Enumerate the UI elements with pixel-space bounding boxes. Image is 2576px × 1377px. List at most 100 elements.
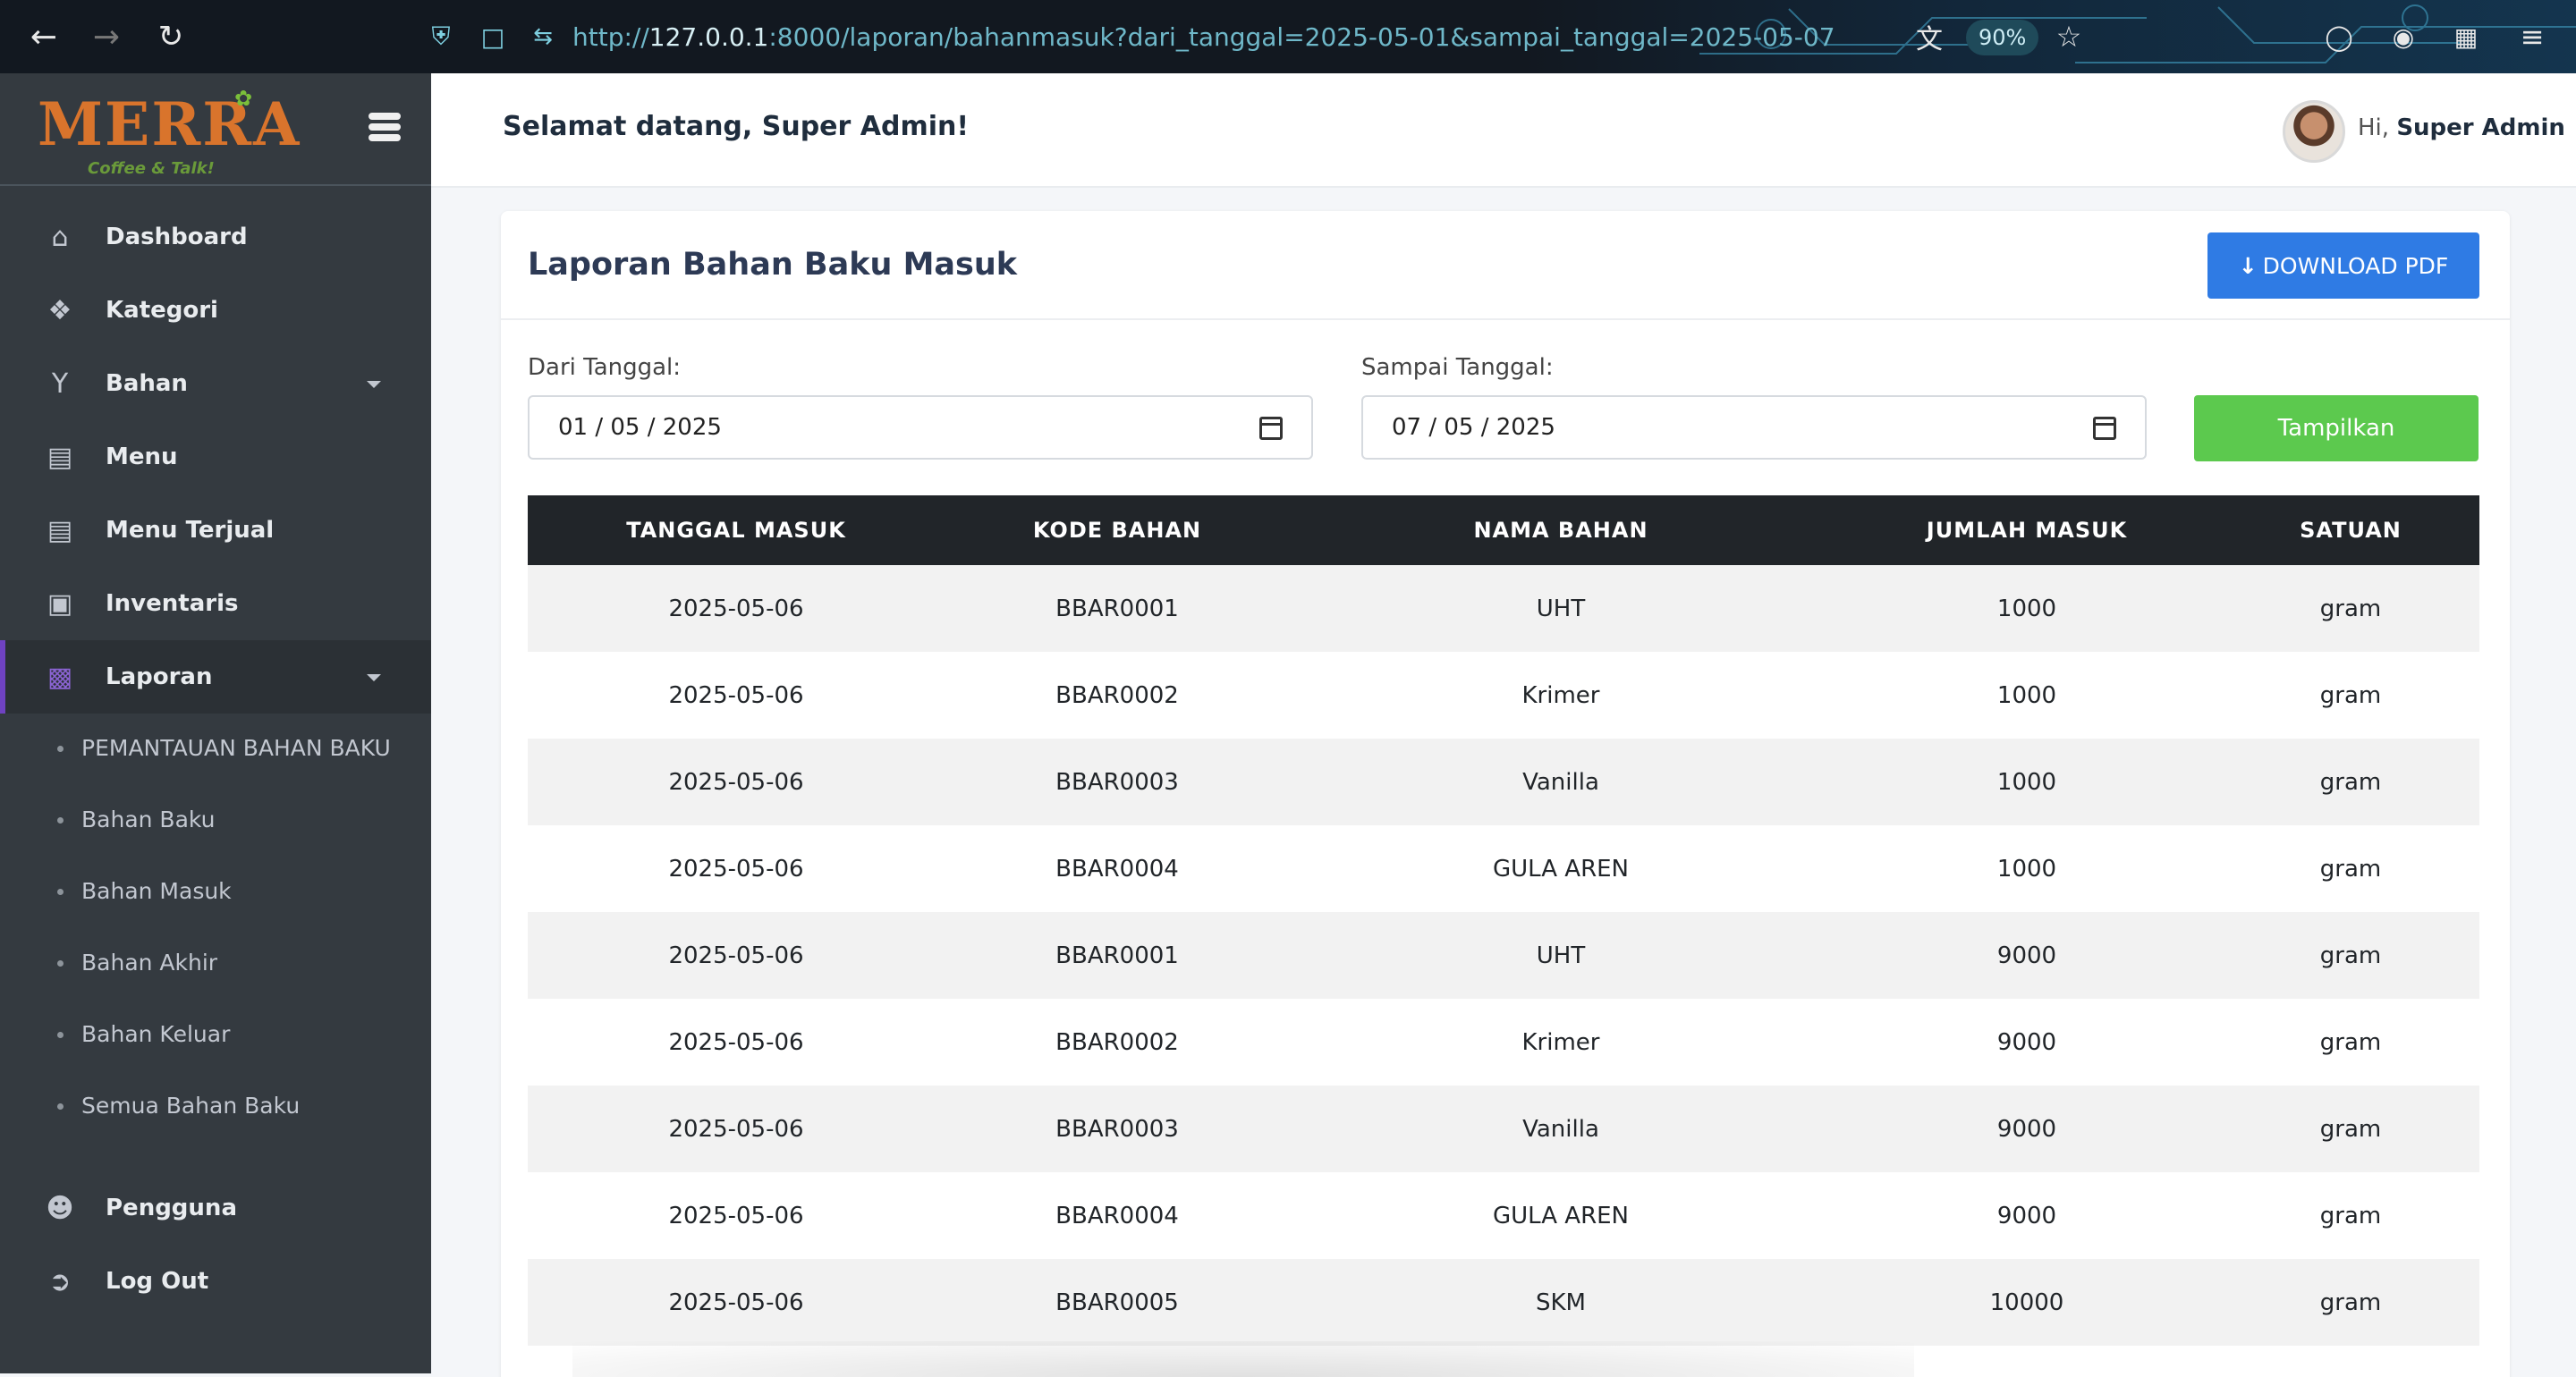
table-cell: BBAR0002 xyxy=(1055,1028,1179,1056)
table-cell: BBAR0001 xyxy=(1055,942,1179,969)
table-cell: gram xyxy=(2319,1288,2382,1316)
shield-icon[interactable]: ⛨ xyxy=(420,16,462,57)
browser-toolbar: ← → ↻ ⛨ □ ⇆ http://127.0.0.1:8000/lapora… xyxy=(0,0,2576,73)
sidebar-item-laporan[interactable]: ▩ Laporan xyxy=(0,640,431,714)
from-date-label: Dari Tanggal: xyxy=(528,354,682,381)
table-cell: 2025-05-06 xyxy=(668,768,804,796)
table-cell: gram xyxy=(2319,1028,2382,1056)
column-header[interactable]: NAMA BAHAN xyxy=(1290,495,1832,565)
submenu-label: Bahan Masuk xyxy=(81,878,232,904)
calendar-icon[interactable] xyxy=(2093,417,2116,440)
sidebar-item-dashboard[interactable]: ⌂ Dashboard xyxy=(0,200,431,274)
pocket-icon[interactable]: ◯ xyxy=(2318,16,2360,57)
column-header[interactable]: SATUAN xyxy=(2222,495,2479,565)
sidebar-item-menu-terjual[interactable]: ▤ Menu Terjual xyxy=(0,494,431,567)
table-cell: 2025-05-06 xyxy=(668,855,804,883)
back-icon[interactable]: ← xyxy=(23,16,64,57)
table-header-row: TANGGAL MASUK KODE BAHAN NAMA BAHAN JUML… xyxy=(528,495,2479,565)
sidebar-item-label: Inventaris xyxy=(106,590,239,617)
file-icon: ▩ xyxy=(47,661,73,693)
sidebar-item-inventaris[interactable]: ▣ Inventaris xyxy=(0,567,431,640)
submenu-item-bahan-akhir[interactable]: Bahan Akhir xyxy=(0,946,431,980)
menu-icon[interactable]: ≡ xyxy=(2512,16,2553,57)
avatar[interactable] xyxy=(2283,100,2345,163)
sidebar-bottom-nav: ☻ Pengguna ➲ Log Out xyxy=(0,1171,431,1318)
forward-icon[interactable]: → xyxy=(86,16,127,57)
sidebar-item-pengguna[interactable]: ☻ Pengguna xyxy=(0,1171,431,1245)
sidebar-item-label: Dashboard xyxy=(106,224,248,250)
table-cell: SKM xyxy=(1536,1288,1586,1316)
table-cell: 10000 xyxy=(1989,1288,2064,1316)
table-cell: BBAR0003 xyxy=(1055,768,1179,796)
sidebar-item-logout[interactable]: ➲ Log Out xyxy=(0,1245,431,1318)
receipt-icon: ▤ xyxy=(47,514,73,546)
translate-icon[interactable]: 文 xyxy=(1909,16,1950,57)
table-row: 2025-05-06 BBAR0001 UHT 9000 gram xyxy=(528,912,2479,999)
url-path: :8000/laporan/bahanmasuk?dari_tanggal=20… xyxy=(768,22,1835,52)
table-cell: 2025-05-06 xyxy=(668,595,804,622)
submenu-item-bahan-baku[interactable]: Bahan Baku xyxy=(0,803,431,837)
table-cell: GULA AREN xyxy=(1492,855,1630,883)
table-row: 2025-05-06 BBAR0002 Krimer 1000 gram xyxy=(528,652,2479,739)
sidebar-item-bahan[interactable]: Y Bahan xyxy=(0,347,431,420)
table-cell: Krimer xyxy=(1521,681,1600,709)
column-header[interactable]: JUMLAH MASUK xyxy=(1832,495,2222,565)
bookmark-star-icon[interactable]: ☆ xyxy=(2048,16,2089,57)
home-icon: ⌂ xyxy=(51,221,69,253)
laporan-submenu: PEMANTAUAN BAHAN BAKU Bahan Baku Bahan M… xyxy=(0,714,431,1171)
leaf-icon: ✿ xyxy=(234,86,253,111)
brand: MERRA ✿ Coffee & Talk! xyxy=(0,73,431,186)
table-cell: BBAR0002 xyxy=(1055,681,1179,709)
column-header[interactable]: TANGGAL MASUK xyxy=(528,495,945,565)
table-cell: gram xyxy=(2319,768,2382,796)
url-host: 127.0.0.1 xyxy=(648,22,769,52)
submenu-item-semua-bahan-baku[interactable]: Semua Bahan Baku xyxy=(0,1089,431,1123)
submenu-item-bahan-masuk[interactable]: Bahan Masuk xyxy=(0,874,431,908)
sidebar-item-kategori[interactable]: ❖ Kategori xyxy=(0,274,431,347)
account-icon[interactable]: ◉ xyxy=(2383,16,2424,57)
address-bar[interactable]: http://127.0.0.1:8000/laporan/bahanmasuk… xyxy=(572,18,1835,57)
submenu-item-bahan-keluar[interactable]: Bahan Keluar xyxy=(0,1018,431,1052)
from-date-field[interactable]: 01 / 05 / 2025 xyxy=(528,395,1313,460)
table-cell: 2025-05-06 xyxy=(668,681,804,709)
logo[interactable]: MERRA xyxy=(38,89,301,159)
box-icon: ▣ xyxy=(47,587,73,620)
caret-down-icon xyxy=(367,381,381,388)
table-cell: 2025-05-06 xyxy=(668,1115,804,1143)
sidebar-item-menu[interactable]: ▤ Menu xyxy=(0,420,431,494)
table-cell: 2025-05-06 xyxy=(668,1202,804,1229)
bullet-icon xyxy=(57,1103,64,1110)
calendar-icon[interactable] xyxy=(1259,417,1283,440)
table-cell: Krimer xyxy=(1521,1028,1600,1056)
bullet-icon xyxy=(57,960,64,967)
reload-icon[interactable]: ↻ xyxy=(150,16,191,57)
table-cell: BBAR0004 xyxy=(1055,855,1179,883)
table-cell: UHT xyxy=(1536,595,1586,622)
report-table: TANGGAL MASUK KODE BAHAN NAMA BAHAN JUML… xyxy=(528,495,2479,1346)
table-cell: 1000 xyxy=(1996,855,2057,883)
download-pdf-button[interactable]: ↓ DOWNLOAD PDF xyxy=(2207,232,2479,299)
table-row: 2025-05-06 BBAR0001 UHT 1000 gram xyxy=(528,565,2479,652)
extensions-icon[interactable]: ▦ xyxy=(2445,16,2487,57)
user-greeting[interactable]: Hi, Super Admin xyxy=(2358,114,2565,141)
table-row: 2025-05-06 BBAR0004 GULA AREN 9000 gram xyxy=(528,1172,2479,1259)
page-icon[interactable]: □ xyxy=(472,16,513,57)
table-cell: gram xyxy=(2319,1115,2382,1143)
hamburger-menu-icon[interactable] xyxy=(369,113,401,143)
zoom-level[interactable]: 90% xyxy=(1966,20,2039,55)
submenu-item-pemantauan[interactable]: PEMANTAUAN BAHAN BAKU xyxy=(0,731,431,765)
sidebar-item-label: Menu xyxy=(106,444,178,470)
show-button[interactable]: Tampilkan xyxy=(2194,395,2479,461)
to-date-value: 07 / 05 / 2025 xyxy=(1392,414,1555,441)
logout-icon: ➲ xyxy=(48,1265,72,1297)
to-date-field[interactable]: 07 / 05 / 2025 xyxy=(1361,395,2147,460)
sidebar-item-label: Bahan xyxy=(106,370,188,397)
column-header[interactable]: KODE BAHAN xyxy=(945,495,1290,565)
to-date-label: Sampai Tanggal: xyxy=(1361,354,1554,381)
caret-down-icon xyxy=(367,674,381,681)
download-pdf-label: DOWNLOAD PDF xyxy=(2262,252,2449,279)
permissions-icon[interactable]: ⇆ xyxy=(522,16,564,57)
users-cog-icon: ☻ xyxy=(46,1192,74,1224)
table-cell: GULA AREN xyxy=(1492,1202,1630,1229)
receipt-icon: ▤ xyxy=(47,441,73,473)
